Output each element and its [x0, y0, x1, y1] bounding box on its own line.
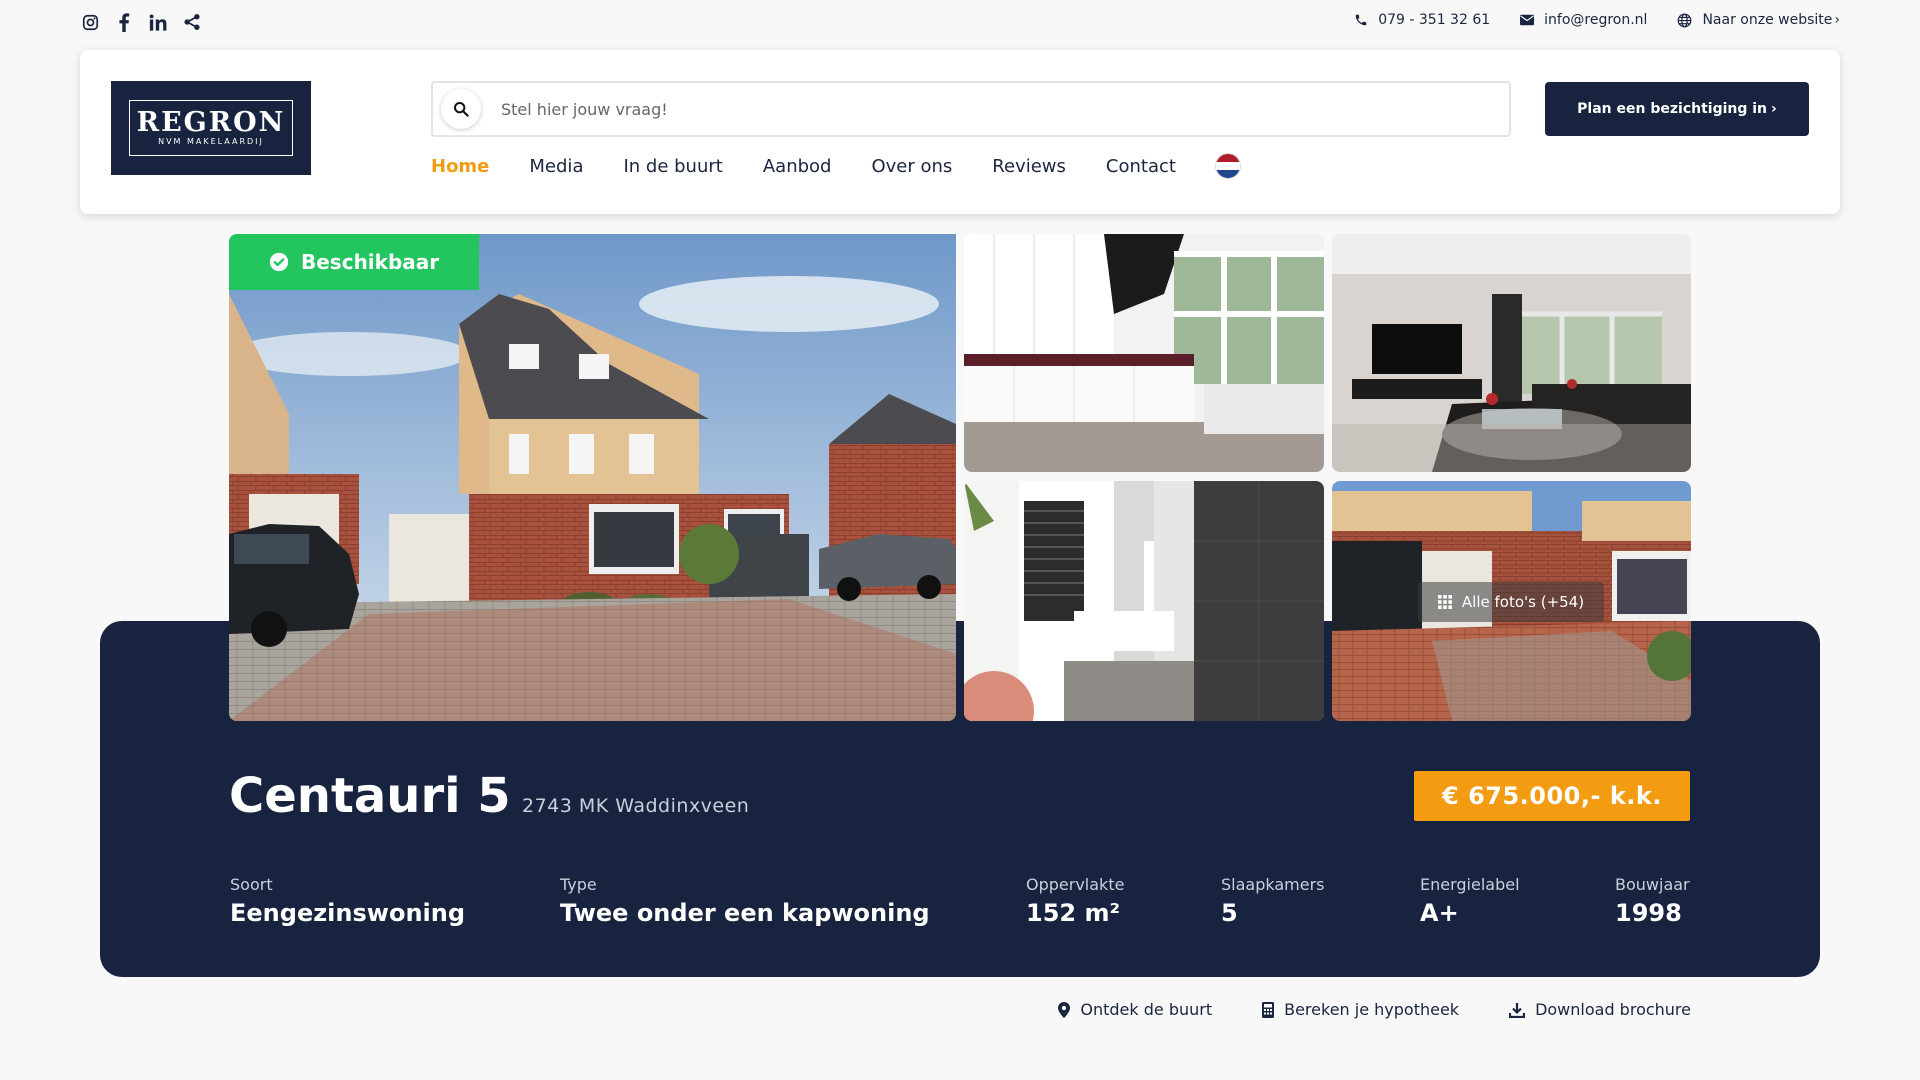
dutch-flag-icon[interactable] — [1215, 154, 1240, 178]
living-room-photo[interactable] — [1332, 234, 1691, 472]
nav-item-reviews[interactable]: Reviews — [992, 156, 1066, 177]
nav-item-aanbod[interactable]: Aanbod — [763, 156, 832, 177]
mortgage-calculator-label: Bereken je hypotheek — [1284, 1000, 1460, 1019]
download-icon — [1509, 1002, 1526, 1018]
phone-number: 079 - 351 32 61 — [1378, 12, 1491, 28]
grid-icon — [1437, 595, 1452, 609]
main-nav: Home Media In de buurt Aanbod Over ons R… — [431, 154, 1240, 178]
website-label: Naar onze website — [1702, 12, 1833, 28]
nav-item-in-de-buurt[interactable]: In de buurt — [623, 156, 722, 177]
all-photos-button[interactable]: Alle foto's (+54) — [1418, 582, 1604, 622]
facebook-icon[interactable] — [114, 12, 134, 32]
map-pin-icon — [1058, 1001, 1071, 1018]
linkedin-icon[interactable] — [148, 12, 168, 32]
chevron-right-icon: › — [1771, 101, 1777, 117]
nav-item-home[interactable]: Home — [431, 156, 489, 177]
search-input[interactable] — [501, 99, 1401, 119]
spec-bouwjaar: Bouwjaar 1998 — [1615, 875, 1690, 929]
all-photos-label: Alle foto's (+54) — [1461, 593, 1585, 611]
discover-neighborhood-link[interactable]: Ontdek de buurt — [1058, 1000, 1212, 1019]
spec-type: Type Twee onder een kapwoning — [560, 875, 930, 929]
nav-item-contact[interactable]: Contact — [1106, 156, 1176, 177]
share-icon[interactable] — [182, 12, 202, 32]
check-circle-icon — [269, 252, 289, 272]
spec-value: Eengezinswoning — [230, 899, 466, 927]
chevron-right-icon: › — [1834, 12, 1840, 28]
listing-actions: Ontdek de buurt Bereken je hypotheek Dow… — [1058, 1000, 1691, 1019]
discover-neighborhood-label: Ontdek de buurt — [1080, 1000, 1213, 1019]
contact-info: 079 - 351 32 61 info@regron.nl Naar onze… — [1354, 12, 1840, 28]
search-bar — [431, 81, 1511, 137]
site-header: REGRON NVM MAKELAARDIJ Plan een bezichti… — [80, 50, 1840, 214]
email-link[interactable]: info@regron.nl — [1520, 12, 1647, 28]
download-brochure-link[interactable]: Download brochure — [1509, 1000, 1691, 1019]
calculator-icon — [1262, 1001, 1275, 1018]
mortgage-calculator-link[interactable]: Bereken je hypotheek — [1262, 1000, 1459, 1019]
download-brochure-label: Download brochure — [1535, 1000, 1691, 1019]
regron-logo[interactable]: REGRON NVM MAKELAARDIJ — [111, 81, 311, 175]
top-bar: 079 - 351 32 61 info@regron.nl Naar onze… — [0, 0, 1920, 44]
status-badge: Beschikbaar — [229, 234, 479, 290]
schedule-viewing-label: Plan een bezichtiging in — [1577, 101, 1768, 117]
logo-frame: REGRON NVM MAKELAARDIJ — [129, 100, 293, 156]
envelope-icon — [1520, 14, 1535, 26]
spec-label: Soort — [230, 875, 273, 894]
spec-slaapkamers: Slaapkamers 5 — [1221, 875, 1325, 929]
spec-label: Bouwjaar — [1615, 875, 1690, 894]
spec-energielabel: Energielabel A+ — [1420, 875, 1520, 929]
search-button[interactable] — [441, 89, 481, 129]
price-tag: € 675.000,- k.k. — [1414, 771, 1690, 821]
globe-icon — [1678, 13, 1692, 27]
spec-oppervlakte: Oppervlakte 152 m² — [1026, 875, 1124, 929]
listing-title: Centauri 5 — [229, 768, 511, 824]
nav-item-media[interactable]: Media — [529, 156, 583, 177]
main-house-photo[interactable] — [229, 234, 956, 721]
schedule-viewing-button[interactable]: Plan een bezichtiging in › — [1545, 82, 1809, 136]
spec-label: Type — [560, 875, 597, 894]
phone-icon — [1355, 14, 1367, 26]
spec-label: Energielabel — [1420, 875, 1520, 894]
spec-value: 5 — [1221, 899, 1238, 927]
email-address: info@regron.nl — [1544, 12, 1648, 28]
bathroom-photo[interactable] — [964, 481, 1324, 721]
spec-label: Oppervlakte — [1026, 875, 1125, 894]
logo-wordmark: REGRON — [136, 107, 286, 138]
social-links — [80, 12, 202, 32]
kitchen-photo[interactable] — [964, 234, 1324, 472]
status-label: Beschikbaar — [301, 250, 440, 274]
spec-value: A+ — [1420, 899, 1459, 927]
logo-subtitle: NVM MAKELAARDIJ — [158, 137, 264, 146]
listing-address: 2743 MK Waddinxveen — [522, 795, 750, 817]
spec-soort: Soort Eengezinswoning — [230, 875, 465, 929]
spec-value: 1998 — [1615, 899, 1682, 927]
nav-item-over-ons[interactable]: Over ons — [871, 156, 952, 177]
spec-label: Slaapkamers — [1221, 875, 1325, 894]
phone-link[interactable]: 079 - 351 32 61 — [1354, 12, 1490, 28]
search-icon — [454, 102, 469, 117]
instagram-icon[interactable] — [80, 12, 100, 32]
spec-value: 152 m² — [1026, 899, 1120, 927]
website-link[interactable]: Naar onze website › — [1677, 12, 1840, 28]
spec-value: Twee onder een kapwoning — [560, 899, 930, 927]
